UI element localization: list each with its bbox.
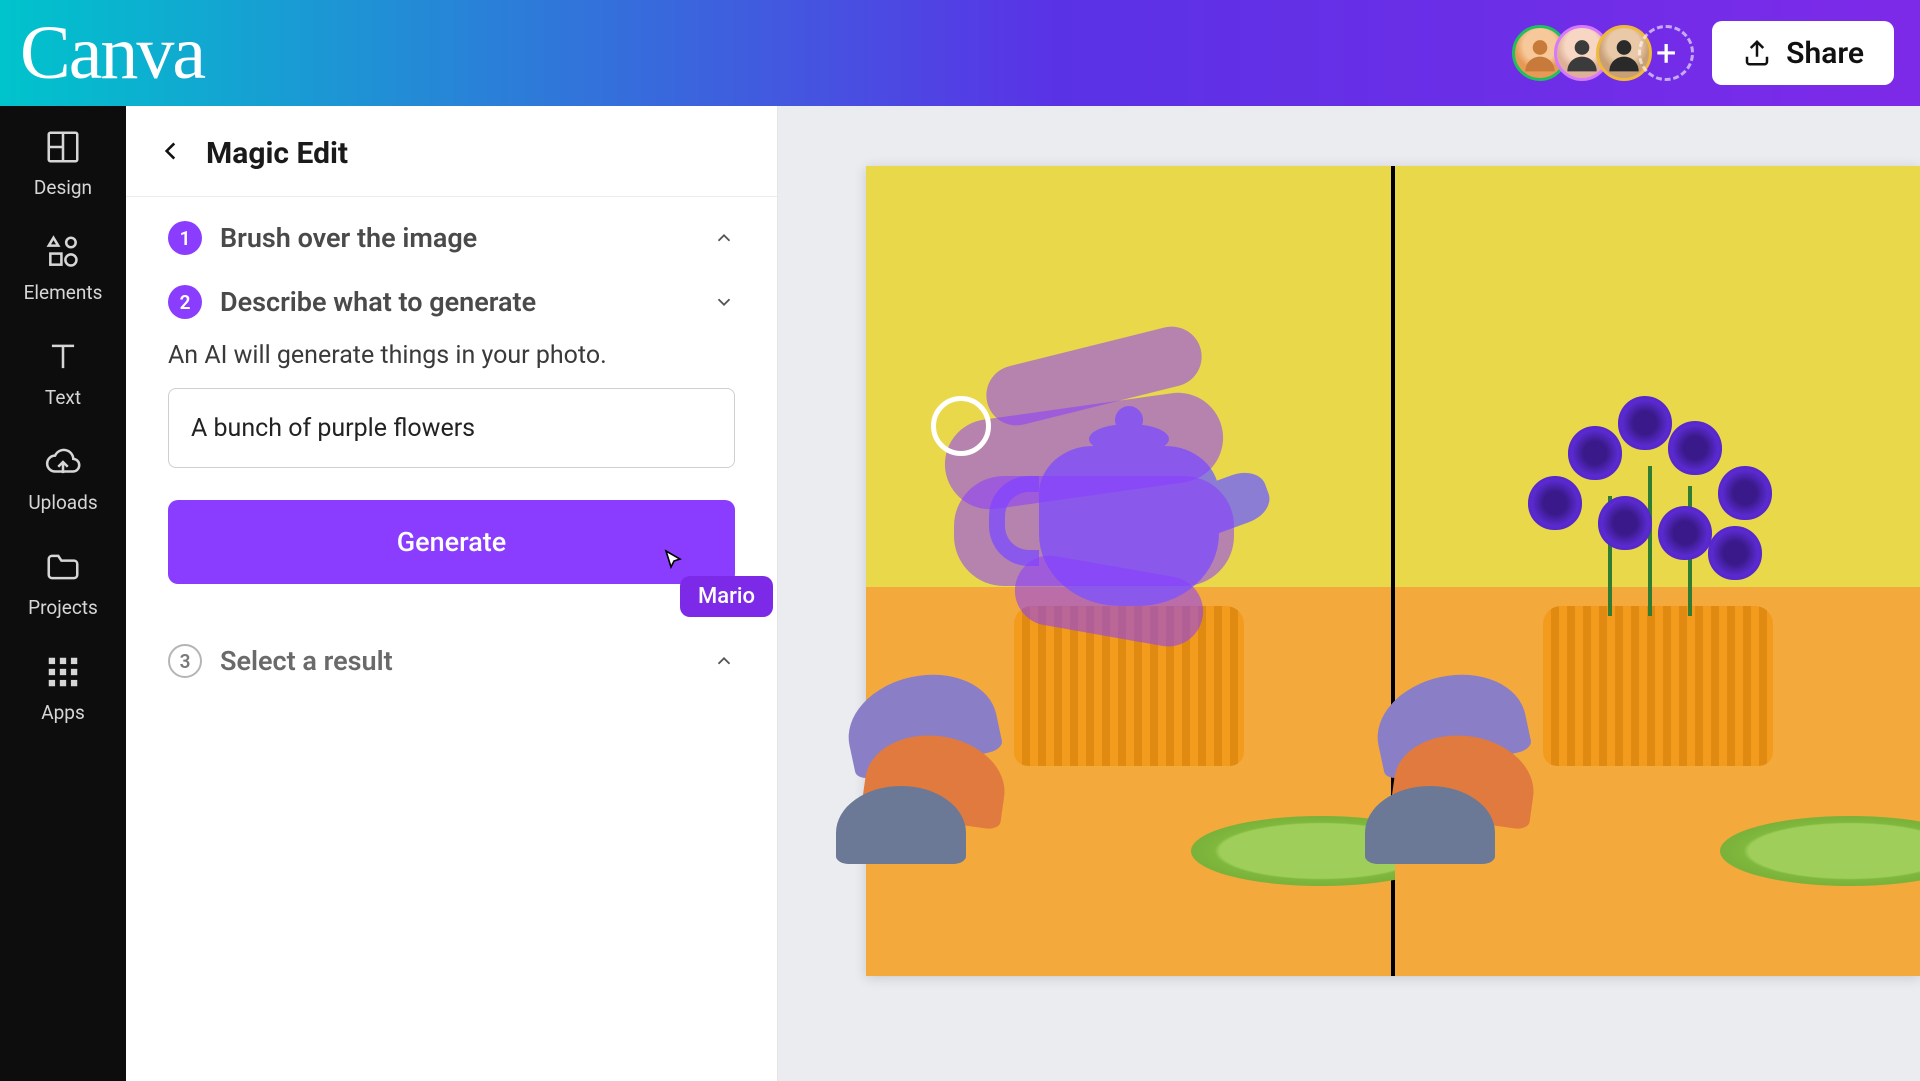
step-number-badge: 2	[168, 285, 202, 319]
cursor-icon	[662, 548, 686, 572]
collaborator-avatars: +	[1512, 25, 1694, 81]
nav-design[interactable]: Design	[34, 128, 92, 199]
share-label: Share	[1786, 36, 1864, 71]
step-2: 2 Describe what to generate An AI will g…	[168, 285, 735, 584]
nav-elements[interactable]: Elements	[24, 233, 103, 304]
chevron-up-icon	[713, 227, 735, 249]
brush-cursor-icon	[931, 396, 991, 456]
layout-icon	[44, 128, 82, 166]
step-title: Brush over the image	[220, 222, 695, 254]
nav-label: Projects	[28, 596, 98, 619]
canvas-area[interactable]	[778, 106, 1920, 1081]
artboard[interactable]	[866, 166, 1920, 976]
step-description: An AI will generate things in your photo…	[168, 341, 735, 370]
step-1-header[interactable]: 1 Brush over the image	[168, 221, 735, 255]
stacked-bowls	[1365, 676, 1535, 826]
share-button[interactable]: Share	[1712, 21, 1894, 85]
nav-label: Elements	[24, 281, 103, 304]
step-3: 3 Select a result	[168, 644, 735, 678]
share-icon	[1742, 38, 1772, 68]
step-number-badge: 1	[168, 221, 202, 255]
top-bar: Canva + Share	[0, 0, 1920, 106]
green-plate	[1720, 816, 1920, 886]
cloud-upload-icon	[44, 443, 82, 481]
step-1: 1 Brush over the image	[168, 221, 735, 255]
folder-icon	[44, 548, 82, 586]
left-nav: Design Elements Text Uploads Projects Ap…	[0, 106, 126, 1081]
orange-pot	[1543, 606, 1773, 766]
panel-title: Magic Edit	[206, 136, 348, 171]
step-number-badge: 3	[168, 644, 202, 678]
nav-text[interactable]: Text	[44, 338, 82, 409]
step-title: Describe what to generate	[220, 286, 695, 318]
brush-selection-mask	[904, 336, 1264, 636]
nav-label: Text	[45, 386, 81, 409]
shapes-icon	[44, 233, 82, 271]
stacked-bowls	[836, 676, 1006, 826]
grid-icon	[44, 653, 82, 691]
after-image	[1395, 166, 1920, 976]
purple-flowers	[1508, 386, 1808, 616]
step-2-header[interactable]: 2 Describe what to generate	[168, 285, 735, 319]
magic-edit-panel: Magic Edit 1 Brush over the image 2 Desc…	[126, 106, 778, 1081]
chevron-up-icon	[713, 650, 735, 672]
nav-uploads[interactable]: Uploads	[28, 443, 97, 514]
text-icon	[44, 338, 82, 376]
step-3-header[interactable]: 3 Select a result	[168, 644, 735, 678]
chevron-left-icon	[158, 138, 184, 164]
add-collaborator-button[interactable]: +	[1638, 25, 1694, 81]
plus-icon: +	[1656, 32, 1676, 74]
nav-label: Apps	[41, 701, 85, 724]
canva-logo[interactable]: Canva	[20, 10, 204, 97]
nav-apps[interactable]: Apps	[41, 653, 85, 724]
nav-projects[interactable]: Projects	[28, 548, 98, 619]
before-image	[866, 166, 1391, 976]
chevron-down-icon	[713, 291, 735, 313]
generate-button[interactable]: Generate	[168, 500, 735, 584]
nav-label: Uploads	[28, 491, 97, 514]
nav-label: Design	[34, 176, 92, 199]
panel-header: Magic Edit	[126, 106, 777, 197]
cursor-user-label: Mario	[680, 576, 773, 617]
back-button[interactable]	[154, 134, 188, 172]
step-title: Select a result	[220, 645, 695, 677]
prompt-input[interactable]	[168, 388, 735, 468]
